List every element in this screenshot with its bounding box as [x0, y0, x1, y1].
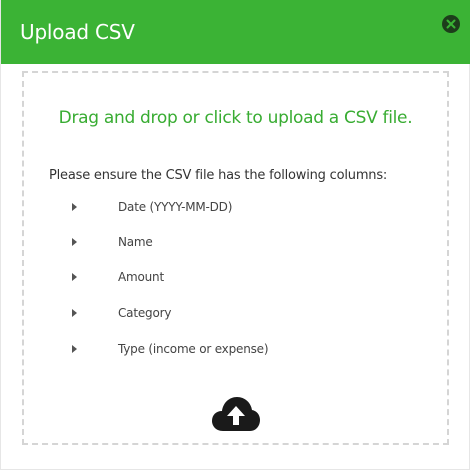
caret-right-icon — [72, 203, 77, 211]
caret-right-icon — [72, 345, 77, 353]
csv-dropzone[interactable]: Drag and drop or click to upload a CSV f… — [22, 71, 449, 445]
column-label: Amount — [118, 270, 164, 284]
column-label: Name — [118, 235, 153, 249]
close-icon[interactable] — [442, 15, 460, 33]
dialog-header: Upload CSV — [1, 0, 470, 64]
upload-csv-dialog: Upload CSV Drag and drop or click to upl… — [0, 0, 470, 470]
dialog-title: Upload CSV — [20, 20, 135, 44]
caret-right-icon — [72, 309, 77, 317]
cloud-upload-icon[interactable] — [211, 395, 261, 433]
column-label: Date (YYYY-MM-DD) — [118, 200, 233, 214]
dropzone-title: Drag and drop or click to upload a CSV f… — [58, 108, 413, 128]
caret-right-icon — [72, 238, 77, 246]
column-label: Category — [118, 306, 172, 320]
caret-right-icon — [72, 273, 77, 281]
columns-intro-text: Please ensure the CSV file has the follo… — [49, 168, 388, 183]
column-label: Type (income or expense) — [118, 342, 269, 356]
